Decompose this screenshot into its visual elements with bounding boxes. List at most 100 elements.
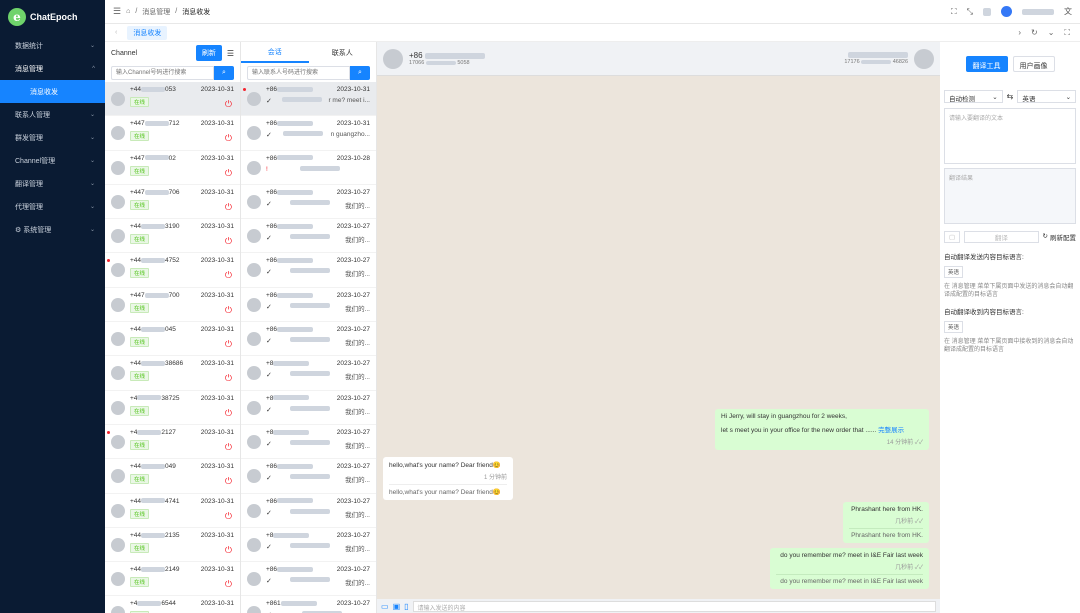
sidebar-item-contacts[interactable]: 联系人管理 ⌄ [0, 103, 105, 126]
channel-search-input[interactable] [111, 66, 214, 80]
fullscreen-icon[interactable]: ⛶ [951, 7, 957, 17]
tab-message-send[interactable]: 消息收发 [127, 25, 168, 40]
target-language-select[interactable]: 英语 ⌄ [1017, 89, 1077, 103]
power-icon[interactable]: ⏻ [225, 202, 232, 213]
power-icon[interactable]: ⏻ [225, 133, 232, 144]
chevron-down-icon[interactable]: ⌄ [1048, 28, 1055, 38]
message-incoming[interactable]: hello,what's your name? Dear friend😊 1 分… [383, 457, 513, 500]
conversation-row[interactable]: +86 2023-10-31 ✓ n guangzho... [241, 116, 376, 151]
conversation-row[interactable]: +86 2023-10-27 ✓ 我们的... [241, 459, 376, 494]
tab-contacts[interactable]: 联系人 [309, 44, 377, 62]
conversation-row[interactable]: +86 2023-10-27 ✓ 我们的... [241, 219, 376, 254]
avatar [111, 434, 125, 449]
conversation-row[interactable]: +86 2023-10-27 ✓ 我们的... [241, 288, 376, 323]
fullscreen-icon[interactable]: ⛶ [1064, 28, 1070, 38]
reload-icon[interactable]: ↻ [1031, 28, 1038, 38]
sidebar-item-broadcast[interactable]: 群发管理 ⌄ [0, 126, 105, 149]
channel-row[interactable]: +44 4741 2023-10-31 在线 ⏻ [105, 494, 240, 528]
video-icon[interactable]: ▭ [381, 602, 389, 611]
conversation-row[interactable]: +86 2023-10-27 ✓ 我们的... [241, 253, 376, 288]
list-filter-icon[interactable]: ☰ [227, 49, 234, 58]
tab-next-icon[interactable]: › [1018, 28, 1021, 38]
file-icon[interactable]: ▯ [404, 602, 408, 611]
tab-prev-icon[interactable]: ‹ [115, 29, 117, 36]
message-outgoing[interactable]: Phrashant here from HK. 几秒前 ✓✓ Phrashant… [843, 502, 929, 543]
message-input[interactable]: 请输入发送的内容 [412, 600, 936, 612]
power-icon[interactable]: ⏻ [225, 168, 232, 179]
sidebar-item-channel[interactable]: Channel管理 ⌄ [0, 149, 105, 172]
menu-fold-icon[interactable]: ☰ [113, 6, 121, 17]
image-icon[interactable]: ▣ [393, 602, 401, 611]
power-icon[interactable]: ⏻ [225, 339, 232, 350]
breadcrumb-item[interactable]: 消息管理 [142, 7, 170, 17]
username[interactable] [1022, 8, 1054, 15]
source-text-input[interactable]: 请输入要翻译的文本 [944, 108, 1076, 164]
search-icon[interactable]: ⌕ [350, 66, 370, 80]
power-icon[interactable]: ⏻ [225, 476, 232, 487]
channel-row[interactable]: +44 2135 2023-10-31 在线 ⏻ [105, 528, 240, 563]
conversation-row[interactable]: +8 2023-10-27 ✓ 我们的... [241, 425, 376, 460]
refresh-button[interactable]: 刷新 [195, 45, 222, 61]
power-icon[interactable]: ⏻ [225, 579, 232, 590]
conversation-row[interactable]: +86 2023-10-27 ✓ 我们的... [241, 494, 376, 528]
swap-icon[interactable]: ⇆ [1007, 92, 1014, 101]
conversation-row[interactable]: +86 2023-10-27 ✓ 我们的... [241, 185, 376, 220]
sidebar-item-translate[interactable]: 翻译管理 ⌄ [0, 172, 105, 195]
translate-icon[interactable]: 文 [1064, 6, 1072, 17]
contact-search-input[interactable] [247, 66, 350, 80]
channel-row[interactable]: +447 700 2023-10-31 在线 ⏻ [105, 288, 240, 323]
conversation-row[interactable]: +8612023-10-27✓ [241, 596, 376, 613]
channel-row[interactable]: +44 3190 2023-10-31 在线 ⏻ [105, 219, 240, 254]
conversation-row[interactable]: +86 2023-10-27 ✓ 我们的... [241, 562, 376, 597]
channel-row[interactable]: +447 02 2023-10-31 在线 ⏻ [105, 151, 240, 185]
channel-row[interactable]: +44 053 2023-10-31 在线 ⏻ [105, 82, 240, 117]
message-outgoing[interactable]: Hi Jerry, will stay in guangzhou for 2 w… [715, 409, 929, 450]
contact-avatar[interactable] [383, 48, 403, 69]
channel-row[interactable]: +447 706 2023-10-31 在线 ⏻ [105, 185, 240, 220]
channel-row[interactable]: +44 38686 2023-10-31 在线 ⏻ [105, 356, 240, 391]
channel-row[interactable]: +44 049 2023-10-31 在线 ⏻ [105, 459, 240, 494]
power-icon[interactable]: ⏻ [225, 270, 232, 281]
channel-row[interactable]: +465442023-10-31在线⏻ [105, 596, 240, 613]
message-outgoing[interactable]: do you remember me? meet in I&E Fair las… [770, 548, 929, 589]
conversation-row[interactable]: +86 2023-10-31 ✓ r me? meet i... [241, 82, 376, 117]
search-icon[interactable]: ⌕ [214, 66, 234, 80]
power-icon[interactable]: ⏻ [225, 236, 232, 247]
power-icon[interactable]: ⏻ [225, 545, 232, 556]
power-icon[interactable]: ⏻ [225, 408, 232, 419]
conversation-row[interactable]: +8 2023-10-27 ✓ 我们的... [241, 528, 376, 563]
tab-user-profile[interactable]: 用户画像 [1012, 56, 1055, 72]
translate-button[interactable]: 翻译 [964, 231, 1039, 243]
conversation-row[interactable]: +86 2023-10-27 ✓ 我们的... [241, 322, 376, 357]
channel-row[interactable]: +44 4752 2023-10-31 在线 ⏻ [105, 253, 240, 288]
sidebar-item-system[interactable]: ⚙ 系统管理 ⌄ [0, 218, 105, 241]
channel-row[interactable]: +44 045 2023-10-31 在线 ⏻ [105, 322, 240, 357]
notification-icon[interactable] [983, 7, 991, 16]
source-language-select[interactable]: 自动检测 ⌄ [944, 89, 1003, 103]
channel-row[interactable]: +4 38725 2023-10-31 在线 ⏻ [105, 391, 240, 425]
sidebar-item-messages[interactable]: 消息管理 ^ [0, 57, 105, 80]
conversation-row[interactable]: +86 2023-10-28! [241, 151, 376, 185]
conversation-row[interactable]: +8 2023-10-27 ✓ 我们的... [241, 356, 376, 391]
avatar[interactable] [1001, 6, 1012, 17]
conversation-row[interactable]: +8 2023-10-27 ✓ 我们的... [241, 391, 376, 425]
tab-translate-tool[interactable]: 翻译工具 [965, 56, 1008, 72]
copy-icon[interactable]: ▢ [944, 231, 961, 243]
expand-message-link[interactable]: 完整展示 [878, 427, 904, 434]
sidebar-item-proxy[interactable]: 代理管理 ⌄ [0, 195, 105, 218]
power-icon[interactable]: ⏻ [225, 99, 232, 110]
home-icon[interactable]: ⌂ [126, 8, 130, 15]
avatar [247, 160, 261, 175]
power-icon[interactable]: ⏻ [225, 305, 232, 316]
channel-row[interactable]: +44 2149 2023-10-31 在线 ⏻ [105, 562, 240, 597]
sidebar-item-stats[interactable]: 数据统计 ⌄ [0, 34, 105, 57]
power-icon[interactable]: ⏻ [225, 511, 232, 522]
power-icon[interactable]: ⏻ [225, 442, 232, 453]
power-icon[interactable]: ⏻ [225, 373, 232, 384]
sidebar-item-message-send[interactable]: 消息收发 [0, 80, 105, 103]
channel-row[interactable]: +4 2127 2023-10-31 在线 ⏻ [105, 425, 240, 460]
channel-row[interactable]: +447 712 2023-10-31 在线 ⏻ [105, 116, 240, 151]
expand-icon[interactable]: ⤡ [967, 7, 973, 17]
tab-sessions[interactable]: 会话 [241, 43, 309, 63]
refresh-config-button[interactable]: ↻ 刷新配置 [1043, 232, 1076, 242]
